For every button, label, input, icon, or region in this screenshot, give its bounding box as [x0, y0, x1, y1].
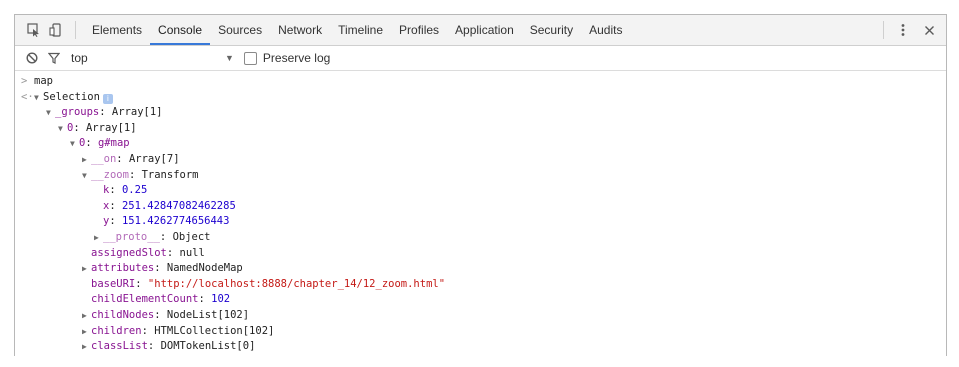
chevron-down-icon[interactable]: ▼ [225, 53, 234, 63]
property-value: NodeList[102] [166, 308, 250, 321]
property-value: Transform [141, 168, 199, 181]
property-value: Object [172, 230, 211, 243]
toolbar-divider [75, 21, 76, 39]
collapsed-triangle-icon[interactable]: ▶ [94, 230, 103, 246]
collapsed-triangle-icon[interactable]: ▶ [82, 261, 91, 277]
toolbar-divider [883, 21, 884, 39]
console-toolbar: top ▼ Preserve log [15, 46, 946, 71]
tab-timeline[interactable]: Timeline [330, 15, 391, 45]
filter-icon[interactable] [43, 47, 65, 69]
object-label: Selection [43, 90, 100, 103]
property-key: k [103, 184, 110, 197]
property-value: DOMTokenList[0] [160, 340, 256, 353]
tree-row[interactable]: ▶ classList: DOMTokenList[0] [15, 339, 946, 355]
property-value: 0.25 [121, 184, 148, 197]
property-key: y [103, 215, 110, 228]
device-toolbar-icon[interactable] [45, 19, 67, 41]
devtools-tabbar: Elements Console Sources Network Timelin… [15, 15, 946, 46]
console-output: > map <· ▼ Selection i ▼ _groups: Array[1] ▼ 0… [15, 71, 946, 355]
property-value: HTMLCollection[102] [154, 324, 275, 337]
devtools-window: Elements Console Sources Network Timelin… [14, 14, 947, 356]
collapsed-triangle-icon[interactable]: ▶ [82, 324, 91, 340]
tree-row[interactable]: ▶ attributes: NamedNodeMap [15, 261, 946, 277]
console-input-line: > map [15, 74, 946, 90]
tab-profiles[interactable]: Profiles [391, 15, 447, 45]
property-key: assignedSlot [91, 246, 167, 259]
tab-sources[interactable]: Sources [210, 15, 270, 45]
property-key: children [91, 324, 142, 337]
tree-row: k: 0.25 [103, 184, 148, 197]
property-key: x [103, 199, 110, 212]
property-key: childNodes [91, 308, 155, 321]
tree-row[interactable]: ▼ 0: g#map [15, 136, 946, 152]
tree-row: childElementCount: 102 [91, 293, 231, 306]
tree-row[interactable]: ▶ children: HTMLCollection[102] [15, 324, 946, 340]
expanded-triangle-icon[interactable]: ▼ [70, 136, 79, 152]
property-key: classList [91, 340, 148, 353]
clear-console-icon[interactable] [21, 47, 43, 69]
property-key: __zoom [91, 168, 129, 181]
tab-elements[interactable]: Elements [84, 15, 150, 45]
tree-row[interactable]: ▶ childNodes: NodeList[102] [15, 308, 946, 324]
tree-row[interactable]: ▶ __on: Array[7] [15, 152, 946, 168]
tab-network[interactable]: Network [270, 15, 330, 45]
property-value: Array[7] [128, 152, 180, 165]
tree-row[interactable]: ▶ __proto__: Object [15, 230, 946, 246]
property-key: childElementCount [91, 293, 199, 306]
close-icon[interactable] [918, 19, 940, 41]
property-value: Array[1] [85, 121, 137, 134]
tab-console[interactable]: Console [150, 15, 211, 45]
property-value: 102 [211, 293, 231, 306]
expanded-triangle-icon[interactable]: ▼ [58, 121, 67, 137]
result-arrow-icon: <· [21, 90, 34, 103]
tree-row: x: 251.42847082462285 [103, 199, 236, 212]
property-key: baseURI [91, 277, 136, 290]
property-value: Array[1] [111, 106, 163, 119]
expanded-triangle-icon[interactable]: ▼ [82, 168, 91, 184]
preserve-log-label[interactable]: Preserve log [263, 51, 330, 65]
tab-audits[interactable]: Audits [581, 15, 630, 45]
expanded-triangle-icon[interactable]: ▼ [34, 90, 43, 106]
tree-row[interactable]: ▼ 0: Array[1] [15, 121, 946, 137]
preserve-log-checkbox[interactable] [243, 51, 257, 65]
collapsed-triangle-icon[interactable]: ▶ [82, 339, 91, 355]
context-selector[interactable]: top [65, 51, 221, 65]
tab-security[interactable]: Security [522, 15, 581, 45]
property-key: 0 [67, 121, 74, 134]
tree-row: y: 151.4262774656443 [103, 215, 230, 228]
more-options-icon[interactable] [892, 19, 914, 41]
collapsed-triangle-icon[interactable]: ▶ [82, 152, 91, 168]
inspect-element-icon[interactable] [23, 19, 45, 41]
tree-row: assignedSlot: null [91, 246, 205, 259]
property-value: NamedNodeMap [166, 262, 243, 275]
expanded-triangle-icon[interactable]: ▼ [46, 105, 55, 121]
tree-row[interactable]: ▼ __zoom: Transform [15, 168, 946, 184]
property-value: 251.42847082462285 [121, 199, 236, 212]
property-key: 0 [79, 137, 86, 150]
property-value: g#map [97, 137, 130, 150]
property-key: _groups [55, 106, 100, 119]
property-value: "http://localhost:8888/chapter_14/12_zoo… [147, 277, 446, 290]
collapsed-triangle-icon[interactable]: ▶ [82, 308, 91, 324]
property-value: null [179, 246, 205, 259]
tree-row: baseURI: "http://localhost:8888/chapter_… [91, 277, 446, 290]
tree-row[interactable]: <· ▼ Selection i [15, 90, 946, 106]
property-key: attributes [91, 262, 155, 275]
property-key: __on [91, 152, 117, 165]
info-icon[interactable]: i [102, 93, 113, 104]
tree-row[interactable]: ▼ _groups: Array[1] [15, 105, 946, 121]
tab-application[interactable]: Application [447, 15, 522, 45]
property-value: 151.4262774656443 [121, 215, 230, 228]
input-prompt-icon: > [21, 75, 28, 87]
property-key: __proto__ [103, 230, 160, 243]
